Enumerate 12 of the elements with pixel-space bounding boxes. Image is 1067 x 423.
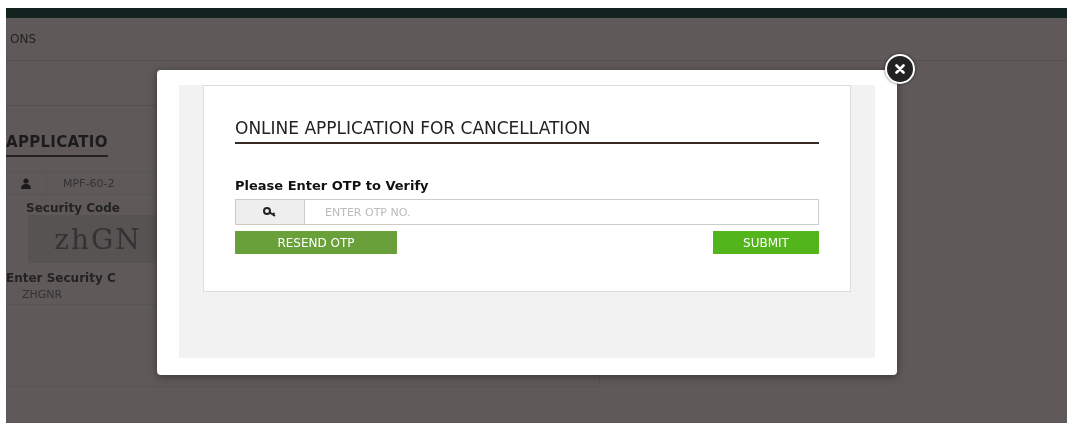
otp-label: Please Enter OTP to Verify <box>235 178 430 193</box>
key-icon <box>263 207 277 217</box>
security-code-label: Security Code <box>26 201 121 215</box>
form-title: ONLINE APPLICATION FOR CANCELLATION <box>235 118 819 144</box>
section-heading: APPLICATIO <box>6 133 108 157</box>
nav-link[interactable]: ONS <box>10 32 37 46</box>
resend-otp-button[interactable]: RESEND OTP <box>235 231 397 254</box>
security-input-label: Enter Security C <box>6 271 117 285</box>
submit-button[interactable]: SUBMIT <box>713 231 819 254</box>
close-icon <box>895 64 905 74</box>
otp-field[interactable]: ENTER OTP NO. <box>235 199 819 225</box>
person-icon <box>21 177 31 189</box>
